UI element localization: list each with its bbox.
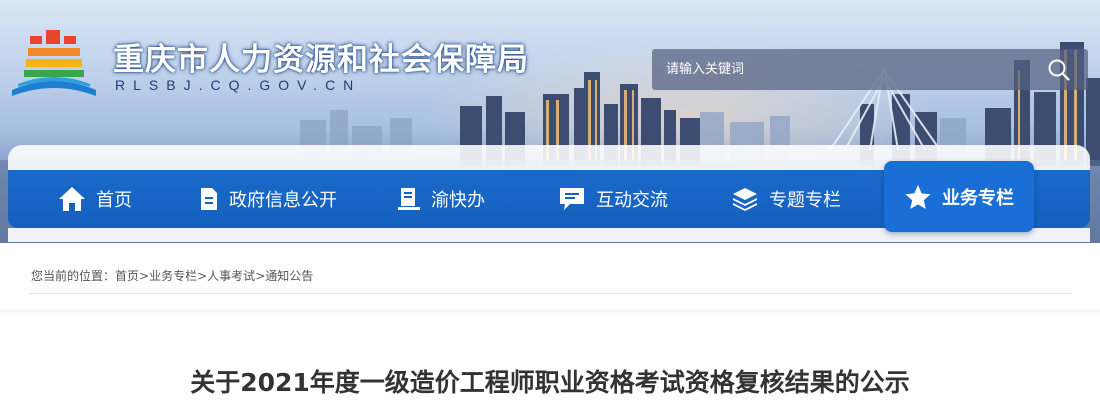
breadcrumb-separator: > <box>139 269 150 283</box>
site-title: 重庆市人力资源和社会保障局 <box>113 42 529 78</box>
search-input[interactable] <box>652 49 1032 90</box>
search-button[interactable] <box>1030 49 1088 90</box>
breadcrumb-separator: > <box>255 269 266 283</box>
nav-item-topics[interactable]: 专题专栏 <box>731 170 841 228</box>
breadcrumb: 您当前的位置：首页>业务专栏>人事考试>通知公告 <box>31 267 313 284</box>
breadcrumb-link-home[interactable]: 首页 <box>115 269 139 283</box>
document-icon <box>201 188 217 210</box>
article-title: 关于2021年度一级造价工程师职业资格考试资格复核结果的公示 <box>190 368 910 397</box>
star-icon <box>905 184 931 209</box>
nav-item-home[interactable]: 首页 <box>58 170 132 228</box>
layers-icon <box>733 188 757 211</box>
search-icon <box>1048 59 1070 81</box>
nav-item-label: 互动交流 <box>596 190 668 211</box>
breadcrumb-separator: > <box>197 269 208 283</box>
nav-item-label: 业务专栏 <box>942 187 1014 209</box>
home-icon <box>59 187 85 211</box>
nav-item-label: 政府信息公开 <box>229 190 337 211</box>
nav-item-yukuaiban[interactable]: 渝快办 <box>397 170 485 228</box>
nav-item-label: 首页 <box>96 190 132 211</box>
search-box <box>652 49 1088 90</box>
nav-item-interaction[interactable]: 互动交流 <box>558 170 668 228</box>
breadcrumb-link-personnel-exam[interactable]: 人事考试 <box>207 269 255 283</box>
nav-item-label: 渝快办 <box>431 190 485 211</box>
nav-item-label: 专题专栏 <box>769 190 841 211</box>
nav-item-gov-info[interactable]: 政府信息公开 <box>199 170 337 228</box>
breadcrumb-link-business[interactable]: 业务专栏 <box>149 269 197 283</box>
nav-item-business[interactable]: 业务专栏 <box>884 161 1034 232</box>
service-book-icon <box>398 188 420 210</box>
chat-icon <box>560 188 584 210</box>
section-divider <box>0 309 1100 319</box>
breadcrumb-prefix: 您当前的位置： <box>31 269 116 283</box>
breadcrumb-link-notices[interactable]: 通知公告 <box>265 269 313 283</box>
breadcrumb-divider <box>30 293 1072 294</box>
cq-hrss-logo-icon <box>12 30 96 96</box>
site-domain: RLSBJ.CQ.GOV.CN <box>115 77 362 93</box>
